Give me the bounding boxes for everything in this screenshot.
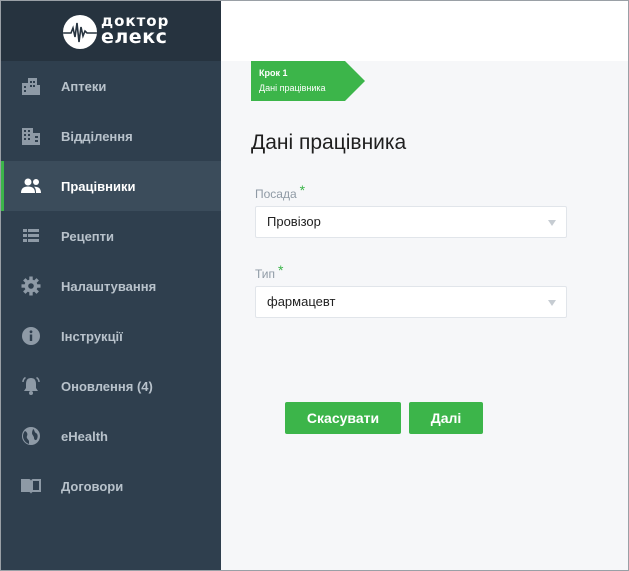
sidebar-item-label: eHealth: [61, 428, 108, 444]
sidebar-item-departments[interactable]: Відділення: [1, 111, 221, 161]
chevron-down-icon: [548, 220, 556, 226]
sidebar-item-label: Аптеки: [61, 78, 107, 94]
office-icon: [20, 126, 42, 146]
top-bar: [221, 1, 628, 61]
sidebar: доктор елекс Аптеки Відділення Працівник…: [1, 1, 221, 570]
book-icon: [20, 476, 42, 496]
cancel-button[interactable]: Скасувати: [285, 402, 401, 434]
gear-icon: [20, 276, 42, 296]
sidebar-item-instructions[interactable]: Інструкції: [1, 311, 221, 361]
logo-text: доктор елекс: [101, 14, 169, 48]
info-icon: [20, 326, 42, 346]
sidebar-item-label: Рецепти: [61, 228, 115, 244]
sidebar-item-label: Оновлення (4): [61, 378, 153, 394]
sidebar-item-prescriptions[interactable]: Рецепти: [1, 211, 221, 261]
sidebar-item-contracts[interactable]: Договори: [1, 461, 221, 511]
main-content: Крок 1 Дані працівника Дані працівника П…: [221, 61, 628, 570]
type-label: Тип *: [255, 262, 284, 281]
position-select-value: Провізор: [267, 214, 321, 229]
list-icon: [20, 226, 42, 246]
logo[interactable]: доктор елекс: [1, 1, 221, 61]
sidebar-item-label: Інструкції: [61, 328, 123, 344]
sidebar-item-label: Договори: [61, 478, 124, 494]
page-title: Дані працівника: [251, 131, 407, 154]
sidebar-item-employees[interactable]: Працівники: [1, 161, 221, 211]
globe-icon: [20, 426, 42, 446]
chevron-down-icon: [548, 300, 556, 306]
sidebar-item-updates[interactable]: Оновлення (4): [1, 361, 221, 411]
heartbeat-logo-icon: [63, 15, 97, 49]
sidebar-item-label: Працівники: [61, 178, 136, 194]
step-title: Дані працівника: [259, 83, 326, 93]
position-label: Посада *: [255, 182, 306, 201]
people-icon: [20, 176, 42, 196]
required-marker: *: [299, 182, 306, 198]
bell-icon: [20, 376, 42, 396]
step-number: Крок 1: [259, 68, 288, 78]
logo-line2: елекс: [101, 26, 168, 48]
sidebar-item-pharmacies[interactable]: Аптеки: [1, 61, 221, 111]
building-icon: [20, 76, 42, 96]
sidebar-item-label: Відділення: [61, 128, 133, 144]
position-select[interactable]: Провізор: [255, 206, 567, 238]
sidebar-item-settings[interactable]: Налаштування: [1, 261, 221, 311]
next-button[interactable]: Далі: [409, 402, 483, 434]
sidebar-item-ehealth[interactable]: eHealth: [1, 411, 221, 461]
type-label-text: Тип: [255, 267, 276, 281]
required-marker: *: [278, 262, 284, 278]
sidebar-item-label: Налаштування: [61, 278, 157, 294]
type-select-value: фармацевт: [267, 294, 336, 309]
type-select[interactable]: фармацевт: [255, 286, 567, 318]
position-label-text: Посада: [255, 187, 297, 201]
step-indicator: Крок 1 Дані працівника: [251, 61, 367, 101]
